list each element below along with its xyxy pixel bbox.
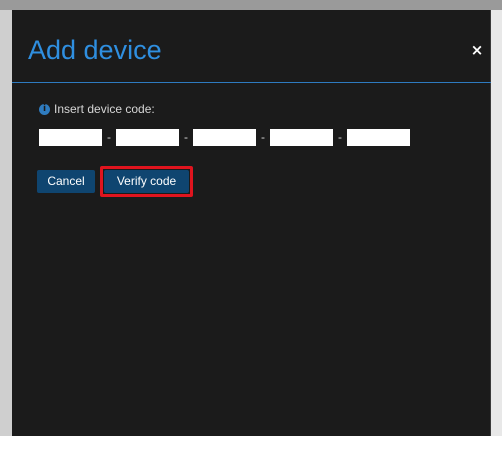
info-icon: i xyxy=(39,103,50,115)
device-code-field-5[interactable] xyxy=(347,129,410,146)
background-bottom xyxy=(0,436,502,470)
background-right-strip xyxy=(491,10,502,470)
code-separator: - xyxy=(338,130,342,144)
device-code-prompt: i Insert device code: xyxy=(39,102,155,116)
code-separator: - xyxy=(107,130,111,144)
verify-code-button[interactable]: Verify code xyxy=(104,170,189,193)
code-separator: - xyxy=(184,130,188,144)
cancel-button[interactable]: Cancel xyxy=(37,170,95,193)
device-code-field-3[interactable] xyxy=(193,129,256,146)
add-device-modal: Add device × i Insert device code: - - -… xyxy=(12,10,491,436)
background-top-bar xyxy=(0,0,502,10)
page: Add device × i Insert device code: - - -… xyxy=(0,0,502,470)
device-code-field-1[interactable] xyxy=(39,129,102,146)
device-code-label: Insert device code: xyxy=(54,102,155,116)
modal-header: Add device × xyxy=(12,10,491,83)
device-code-field-4[interactable] xyxy=(270,129,333,146)
background-left-strip xyxy=(0,10,12,470)
close-icon[interactable]: × xyxy=(470,43,484,58)
modal-title: Add device xyxy=(28,35,162,65)
code-separator: - xyxy=(261,130,265,144)
device-code-field-2[interactable] xyxy=(116,129,179,146)
